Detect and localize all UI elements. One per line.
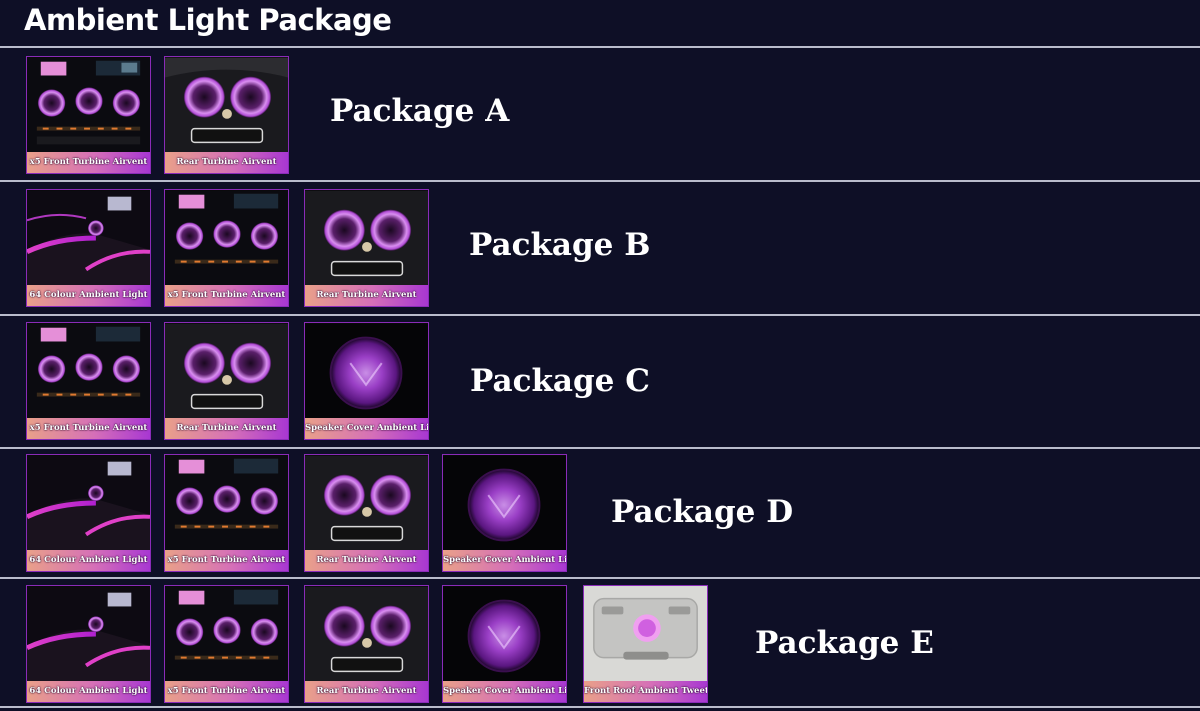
rear-airvent-photo: [165, 323, 288, 420]
tile-caption: 64 Colour Ambient Light: [27, 285, 150, 306]
front-airvent-photo: [27, 57, 150, 154]
ambient-light-photo: [27, 586, 150, 683]
rear-airvent-photo: [305, 586, 428, 683]
tile-caption: Front Roof Ambient Tweeter: [584, 681, 707, 702]
front-airvent-image: x5 Front Turbine Airvent: [164, 454, 289, 572]
tile-caption: x5 Front Turbine Airvent: [165, 285, 288, 306]
front-airvent-photo: [27, 323, 150, 420]
package-a-label: Package A: [330, 93, 510, 129]
divider: [0, 314, 1200, 316]
speaker-cover-image: Speaker Cover Ambient Light: [304, 322, 429, 440]
ambient-light-photo: [27, 455, 150, 552]
package-b-label: Package B: [469, 227, 651, 263]
package-e-label: Package E: [755, 625, 934, 661]
tile-caption: Speaker Cover Ambient Light: [305, 418, 428, 439]
front-airvent-image: x5 Front Turbine Airvent: [26, 322, 151, 440]
divider: [0, 577, 1200, 579]
tile-caption: Rear Turbine Airvent: [305, 550, 428, 571]
rear-airvent-image: Rear Turbine Airvent: [164, 56, 289, 174]
rear-airvent-image: Rear Turbine Airvent: [164, 322, 289, 440]
tile-caption: x5 Front Turbine Airvent: [27, 152, 150, 173]
tile-caption: Rear Turbine Airvent: [305, 285, 428, 306]
speaker-cover-photo: [443, 586, 566, 683]
roof-tweeter-photo: [584, 586, 707, 683]
speaker-cover-photo: [443, 455, 566, 552]
ambient-light-image: 64 Colour Ambient Light: [26, 585, 151, 703]
speaker-cover-image: Speaker Cover Ambient Light: [442, 585, 567, 703]
package-d-label: Package D: [611, 494, 794, 530]
speaker-cover-image: Speaker Cover Ambient Light: [442, 454, 567, 572]
rear-airvent-photo: [305, 190, 428, 287]
rear-airvent-image: Rear Turbine Airvent: [304, 585, 429, 703]
rear-airvent-photo: [165, 57, 288, 154]
front-airvent-image: x5 Front Turbine Airvent: [164, 189, 289, 307]
rear-airvent-image: Rear Turbine Airvent: [304, 454, 429, 572]
divider: [0, 180, 1200, 182]
tile-caption: Rear Turbine Airvent: [165, 152, 288, 173]
ambient-light-image: 64 Colour Ambient Light: [26, 189, 151, 307]
speaker-cover-photo: [305, 323, 428, 420]
divider: [0, 447, 1200, 449]
ambient-light-photo: [27, 190, 150, 287]
front-airvent-image: x5 Front Turbine Airvent: [164, 585, 289, 703]
page-title: Ambient Light Package: [24, 3, 392, 37]
tile-caption: 64 Colour Ambient Light: [27, 550, 150, 571]
package-c-label: Package C: [470, 363, 650, 399]
front-airvent-photo: [165, 455, 288, 552]
tile-caption: 64 Colour Ambient Light: [27, 681, 150, 702]
tile-caption: Speaker Cover Ambient Light: [443, 550, 566, 571]
tile-caption: x5 Front Turbine Airvent: [27, 418, 150, 439]
divider: [0, 706, 1200, 708]
rear-airvent-photo: [305, 455, 428, 552]
tile-caption: Rear Turbine Airvent: [165, 418, 288, 439]
front-airvent-image: x5 Front Turbine Airvent: [26, 56, 151, 174]
front-airvent-photo: [165, 586, 288, 683]
roof-tweeter-image: Front Roof Ambient Tweeter: [583, 585, 708, 703]
tile-caption: x5 Front Turbine Airvent: [165, 681, 288, 702]
rear-airvent-image: Rear Turbine Airvent: [304, 189, 429, 307]
tile-caption: Speaker Cover Ambient Light: [443, 681, 566, 702]
front-airvent-photo: [165, 190, 288, 287]
ambient-light-image: 64 Colour Ambient Light: [26, 454, 151, 572]
divider: [0, 46, 1200, 48]
tile-caption: Rear Turbine Airvent: [305, 681, 428, 702]
tile-caption: x5 Front Turbine Airvent: [165, 550, 288, 571]
